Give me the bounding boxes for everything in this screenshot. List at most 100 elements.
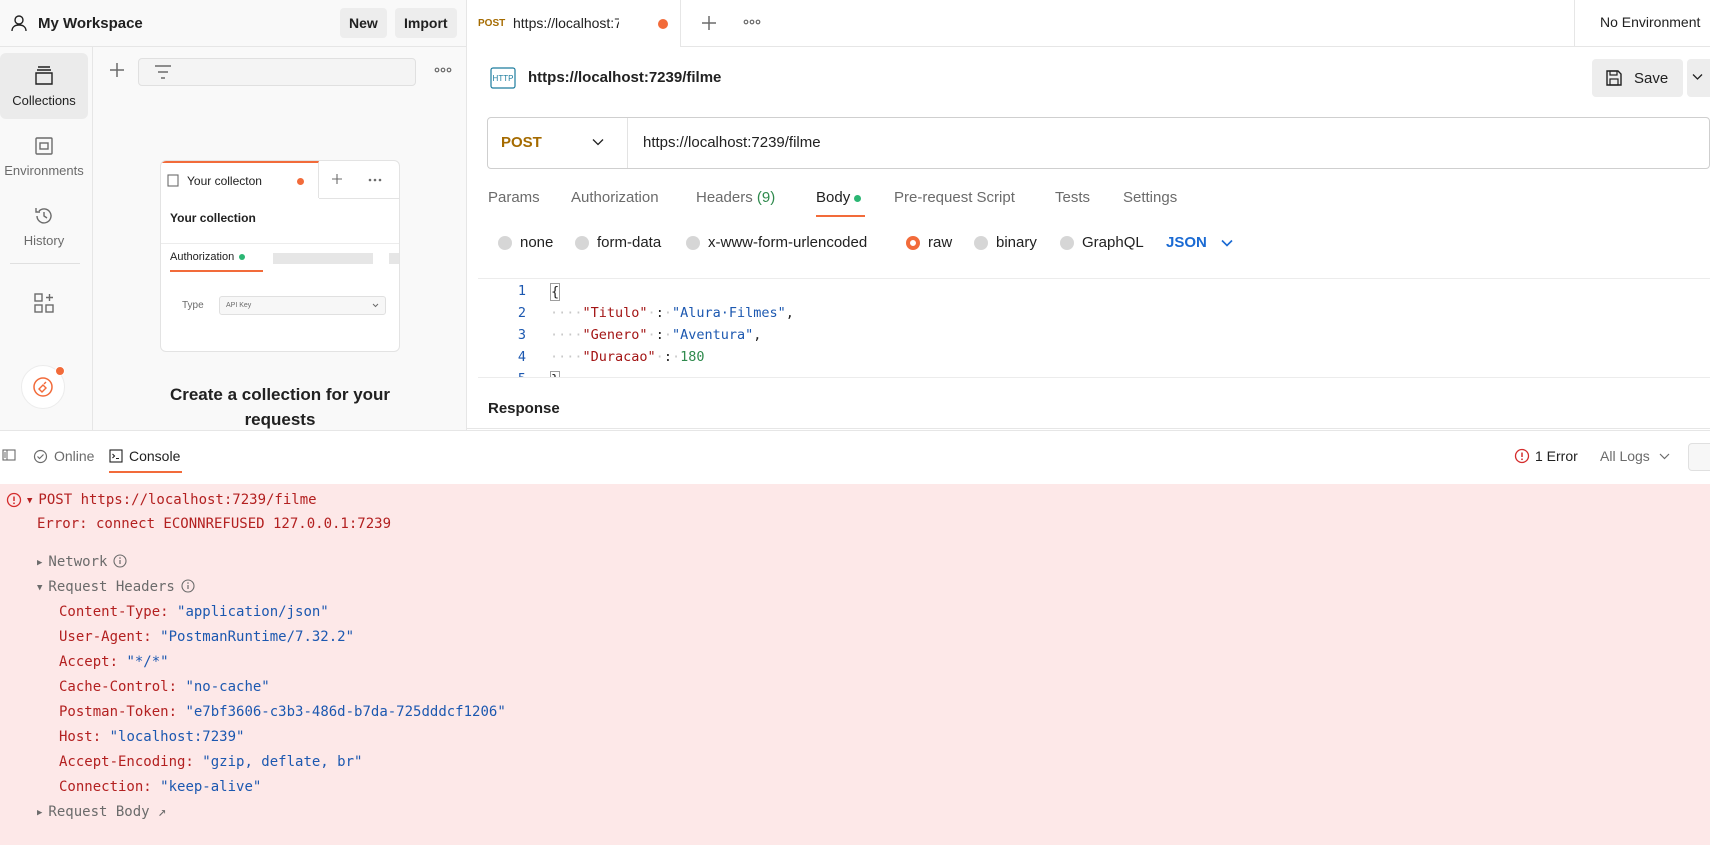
logs-filter-select[interactable]: All Logs <box>1600 448 1670 464</box>
chevron-down-icon <box>592 139 604 146</box>
radio-label: x-www-form-urlencoded <box>708 234 868 251</box>
tab-body[interactable]: Body <box>816 189 862 206</box>
sidebar-item-environments[interactable]: Environments <box>0 123 88 189</box>
workspace-title[interactable]: My Workspace <box>38 15 143 32</box>
online-status[interactable]: Online <box>33 448 94 464</box>
whats-new-button[interactable] <box>21 365 65 409</box>
header-value: "localhost:7239" <box>109 729 245 745</box>
active-dot <box>854 194 862 202</box>
divider <box>467 428 1710 429</box>
radio-raw[interactable]: raw <box>906 234 952 251</box>
network-group[interactable]: ▶ Network <box>37 554 127 570</box>
header-value: "*/*" <box>126 654 169 670</box>
error-count[interactable]: 1 Error <box>1514 448 1578 464</box>
code-line: ····"Duracao"·:·180 <box>550 349 705 365</box>
chevron-down-icon <box>1221 239 1233 247</box>
import-button[interactable]: Import <box>395 8 457 38</box>
sidebar-item-history[interactable]: History <box>0 193 88 259</box>
save-button[interactable]: Save <box>1592 59 1683 97</box>
json-value: "Alura·Filmes" <box>671 305 786 321</box>
add-collection-icon[interactable] <box>107 60 127 80</box>
code-line: ····"Titulo"·:·"Alura·Filmes", <box>550 305 794 321</box>
history-icon <box>35 207 52 224</box>
info-icon[interactable] <box>181 579 195 593</box>
open-external-icon[interactable]: ↗ <box>158 804 166 820</box>
sidebar-item-label: History <box>23 232 65 248</box>
console-toolbar: Online Console 1 Error All Logs <box>0 430 1710 484</box>
url-input[interactable]: https://localhost:7239/filme <box>643 134 821 151</box>
console-icon <box>109 449 123 463</box>
search-collections-input[interactable] <box>138 58 416 86</box>
url-bar: POST https://localhost:7239/filme <box>487 117 1710 169</box>
more-icon <box>368 178 382 182</box>
log-request-text: POST https://localhost:7239/filme <box>38 492 317 508</box>
tab-headers[interactable]: Headers (9) <box>696 189 775 206</box>
more-tabs-icon[interactable] <box>742 18 762 26</box>
save-label: Save <box>1634 69 1669 87</box>
log-request-line[interactable]: ▼ POST https://localhost:7239/filme <box>27 492 317 508</box>
line-number: 4 <box>517 349 526 365</box>
tab-settings[interactable]: Settings <box>1123 189 1177 206</box>
radio-none[interactable]: none <box>498 234 553 251</box>
method-label: POST <box>501 134 542 151</box>
radio-binary[interactable]: binary <box>974 234 1037 251</box>
notification-dot <box>55 366 65 376</box>
request-headers-group[interactable]: ▼ Request Headers <box>37 579 195 595</box>
info-icon[interactable] <box>113 554 127 568</box>
error-icon <box>6 492 22 508</box>
tab-request[interactable]: POST https://localhost:7239/filme <box>467 0 681 47</box>
placeholder-bar <box>389 253 399 264</box>
json-key: "Titulo" <box>582 305 648 321</box>
method-select[interactable]: POST <box>488 118 628 168</box>
radio-form-data[interactable]: form-data <box>575 234 661 251</box>
tab-headers-label: Headers <box>696 189 753 206</box>
document-icon <box>167 174 179 187</box>
format-select[interactable]: JSON <box>1166 234 1233 251</box>
body-editor[interactable]: 1 2 3 4 5 { ····"Titulo"·:·"Alura·Filmes… <box>478 278 1710 378</box>
toggle-sidebar-icon[interactable] <box>2 449 16 461</box>
sidebar-item-collections[interactable]: Collections <box>0 53 88 119</box>
radio-graphql[interactable]: GraphQL <box>1060 234 1144 251</box>
environments-icon <box>35 136 53 155</box>
radio-circle <box>686 235 700 250</box>
radio-label: none <box>520 234 554 251</box>
unsaved-dot[interactable] <box>658 19 668 29</box>
new-tab-icon[interactable] <box>700 14 718 32</box>
divider <box>1574 0 1575 47</box>
code-line: { <box>550 283 561 301</box>
divider <box>161 243 399 244</box>
tab-params[interactable]: Params <box>488 189 540 206</box>
radio-label: form-data <box>597 234 662 251</box>
radio-urlencoded[interactable]: x-www-form-urlencoded <box>686 234 867 251</box>
save-options-button[interactable] <box>1687 59 1710 97</box>
tab-url: https://localhost:7239/filme <box>513 15 619 31</box>
tab-tests[interactable]: Tests <box>1055 189 1090 206</box>
illustration-tab: Your collecton <box>161 161 319 198</box>
request-name[interactable]: https://localhost:7239/filme <box>528 69 721 86</box>
network-label: Network <box>48 554 108 570</box>
header-key: Postman-Token: <box>59 704 178 720</box>
line-number: 1 <box>517 283 526 299</box>
format-label: JSON <box>1166 234 1207 251</box>
header-key: Content-Type: <box>59 604 169 620</box>
clear-console-button[interactable] <box>1688 443 1710 471</box>
filter-icon[interactable] <box>153 64 173 80</box>
header-key: Accept: <box>59 654 119 670</box>
response-section-title[interactable]: Response <box>488 400 560 417</box>
configure-sidebar-icon[interactable] <box>32 291 56 315</box>
collapsed-triangle-icon: ▶ <box>37 808 43 818</box>
header-key: Accept-Encoding: <box>59 754 194 770</box>
environment-select[interactable]: No Environment <box>1600 14 1700 30</box>
header-row: Accept: "*/*" <box>59 654 169 670</box>
request-body-group[interactable]: ▶ Request Body ↗ <box>37 804 166 820</box>
more-options-icon[interactable] <box>433 65 453 75</box>
active-underline <box>170 270 263 272</box>
console-tab[interactable]: Console <box>109 448 180 464</box>
radio-label: raw <box>928 234 953 251</box>
tab-authorization[interactable]: Authorization <box>571 189 659 206</box>
tab-prerequest-script[interactable]: Pre-request Script <box>894 189 1015 206</box>
new-button[interactable]: New <box>340 8 387 38</box>
online-label: Online <box>54 448 95 464</box>
illustration-type-label: Type <box>182 300 204 311</box>
line-number: 5 <box>478 371 526 377</box>
